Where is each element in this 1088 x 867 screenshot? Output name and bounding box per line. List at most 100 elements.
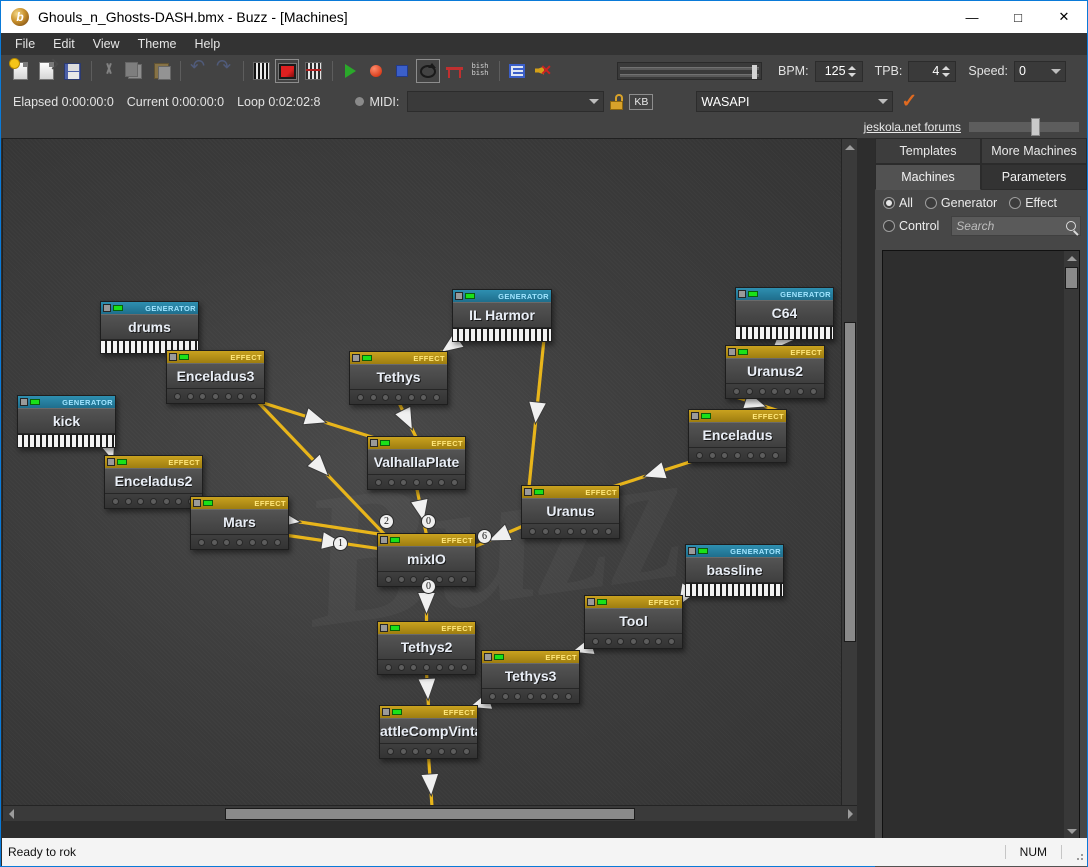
machine-node-battlecompvintage[interactable]: EFFECT attleCompVintag — [379, 705, 478, 759]
unlocked-padlock-icon[interactable] — [609, 93, 624, 110]
canvas-horizontal-scrollbar[interactable] — [3, 805, 857, 821]
slider-knob[interactable] — [1031, 118, 1040, 136]
machine-node-kick[interactable]: GENERATOR kick — [17, 395, 116, 448]
machine-node-drums[interactable]: GENERATOR drums — [100, 301, 199, 354]
machine-mute-box[interactable] — [688, 547, 696, 555]
machine-mute-box[interactable] — [691, 412, 699, 420]
machine-mute-box[interactable] — [370, 439, 378, 447]
machine-node-enceladus2[interactable]: EFFECT Enceladus2 — [104, 455, 203, 509]
paste-icon[interactable] — [149, 59, 173, 83]
bpm-stepper[interactable] — [814, 60, 863, 82]
machine-mute-box[interactable] — [587, 598, 595, 606]
machine-node-valhallaplate[interactable]: EFFECT ValhallaPlate — [367, 436, 466, 490]
menu-file[interactable]: File — [6, 34, 44, 54]
keyboard-toggle-button[interactable]: KB — [629, 93, 654, 110]
menu-view[interactable]: View — [84, 34, 129, 54]
machine-node-uranus[interactable]: EFFECT Uranus — [521, 485, 620, 539]
menu-edit[interactable]: Edit — [44, 34, 84, 54]
machine-graph-canvas[interactable]: Buzz GENERATORdrumsGENERATORkickGENERATO… — [2, 138, 857, 821]
list-scroll-down-button[interactable] — [1064, 824, 1079, 839]
undo-icon[interactable] — [186, 56, 210, 83]
machine-node-enceladus3[interactable]: EFFECT Enceladus3 — [166, 350, 265, 404]
vertical-scroll-thumb[interactable] — [844, 322, 856, 642]
machine-node-tethys2[interactable]: EFFECT Tethys2 — [377, 621, 476, 675]
bish-bish-icon[interactable]: bish bish — [468, 59, 492, 83]
machine-mute-box[interactable] — [169, 353, 177, 361]
table-icon[interactable] — [442, 59, 466, 83]
scroll-left-button[interactable] — [3, 806, 19, 821]
scroll-right-button[interactable] — [842, 806, 857, 821]
sequence-editor-icon[interactable] — [301, 59, 325, 83]
cut-icon[interactable] — [97, 59, 121, 83]
machine-node-bassline[interactable]: GENERATOR bassline — [685, 544, 784, 597]
close-button[interactable]: ✕ — [1041, 1, 1087, 33]
menu-help[interactable]: Help — [185, 34, 229, 54]
audio-driver-dropdown[interactable]: WASAPI — [696, 91, 894, 112]
canvas-vertical-scrollbar[interactable] — [841, 139, 857, 821]
machine-mute-box[interactable] — [380, 624, 388, 632]
machine-node-uranus2[interactable]: EFFECT Uranus2 — [725, 345, 825, 399]
open-file-icon[interactable] — [34, 58, 59, 83]
loop-icon[interactable] — [416, 59, 440, 83]
machine-node-c64[interactable]: GENERATOR C64 — [735, 287, 834, 340]
info-panel-icon[interactable] — [505, 59, 529, 83]
save-icon[interactable] — [60, 59, 84, 83]
speed-dropdown[interactable]: 0 — [1013, 60, 1066, 82]
slider-knob[interactable] — [752, 65, 757, 79]
menu-theme[interactable]: Theme — [129, 34, 186, 54]
stop-icon[interactable] — [390, 59, 414, 83]
list-scroll-up-button[interactable] — [1064, 251, 1079, 266]
tpb-up-arrow[interactable] — [941, 65, 950, 70]
horizontal-scroll-thumb[interactable] — [225, 808, 635, 820]
radio-effect[interactable] — [1009, 197, 1022, 209]
machine-mute-box[interactable] — [193, 499, 201, 507]
radio-all[interactable] — [883, 197, 895, 209]
machine-mute-box[interactable] — [107, 458, 115, 466]
tab-more-machines[interactable]: More Machines — [981, 138, 1087, 164]
machine-mute-box[interactable] — [382, 708, 390, 716]
resize-grip[interactable] — [1066, 843, 1084, 861]
master-volume-slider[interactable] — [617, 62, 762, 80]
machine-mute-box[interactable] — [380, 536, 388, 544]
piano-keyboard-strip[interactable] — [686, 583, 783, 596]
machine-mute-box[interactable] — [103, 304, 111, 312]
minimize-button[interactable]: — — [949, 1, 995, 33]
machine-node-enceladus[interactable]: EFFECT Enceladus — [688, 409, 787, 463]
tab-machines[interactable]: Machines — [875, 164, 981, 190]
machine-mute-box[interactable] — [524, 488, 532, 496]
radio-generator[interactable] — [924, 197, 937, 209]
scroll-up-button[interactable] — [842, 139, 857, 155]
machine-view-icon[interactable] — [275, 59, 299, 83]
midi-device-dropdown[interactable] — [407, 91, 605, 112]
machine-list[interactable] — [882, 250, 1080, 855]
tab-templates[interactable]: Templates — [875, 138, 981, 164]
piano-keyboard-strip[interactable] — [736, 326, 833, 339]
machine-node-tethys[interactable]: EFFECT Tethys — [349, 351, 448, 405]
record-icon[interactable] — [364, 59, 388, 83]
machine-mute-box[interactable] — [455, 292, 463, 300]
piano-keyboard-strip[interactable] — [453, 328, 551, 341]
tpb-down-arrow[interactable] — [941, 72, 950, 77]
machine-mute-box[interactable] — [728, 348, 736, 356]
machine-node-tool[interactable]: EFFECT Tool — [584, 595, 683, 649]
bpm-down-arrow[interactable] — [848, 72, 857, 77]
maximize-button[interactable]: □ — [995, 1, 1041, 33]
tab-parameters[interactable]: Parameters — [981, 164, 1087, 190]
magnifier-icon[interactable] — [1066, 221, 1076, 231]
forums-slider[interactable] — [969, 118, 1079, 136]
bpm-up-arrow[interactable] — [848, 65, 857, 70]
machine-node-il-harmor[interactable]: GENERATOR IL Harmor — [452, 289, 552, 342]
redo-icon[interactable] — [212, 56, 236, 83]
radio-control[interactable] — [883, 220, 895, 232]
machine-node-mars[interactable]: EFFECT Mars — [190, 496, 289, 550]
list-scroll-thumb[interactable] — [1065, 267, 1078, 289]
machine-mute-box[interactable] — [20, 398, 28, 406]
play-icon[interactable] — [338, 59, 362, 83]
new-file-icon[interactable] — [8, 59, 32, 83]
machine-mute-box[interactable] — [738, 290, 746, 298]
machine-mute-box[interactable] — [484, 653, 492, 661]
jeskola-forums-link[interactable]: jeskola.net forums — [864, 120, 961, 134]
pattern-editor-icon[interactable] — [249, 59, 273, 83]
mute-icon[interactable] — [531, 59, 555, 83]
search-input[interactable]: Search — [951, 216, 1081, 236]
